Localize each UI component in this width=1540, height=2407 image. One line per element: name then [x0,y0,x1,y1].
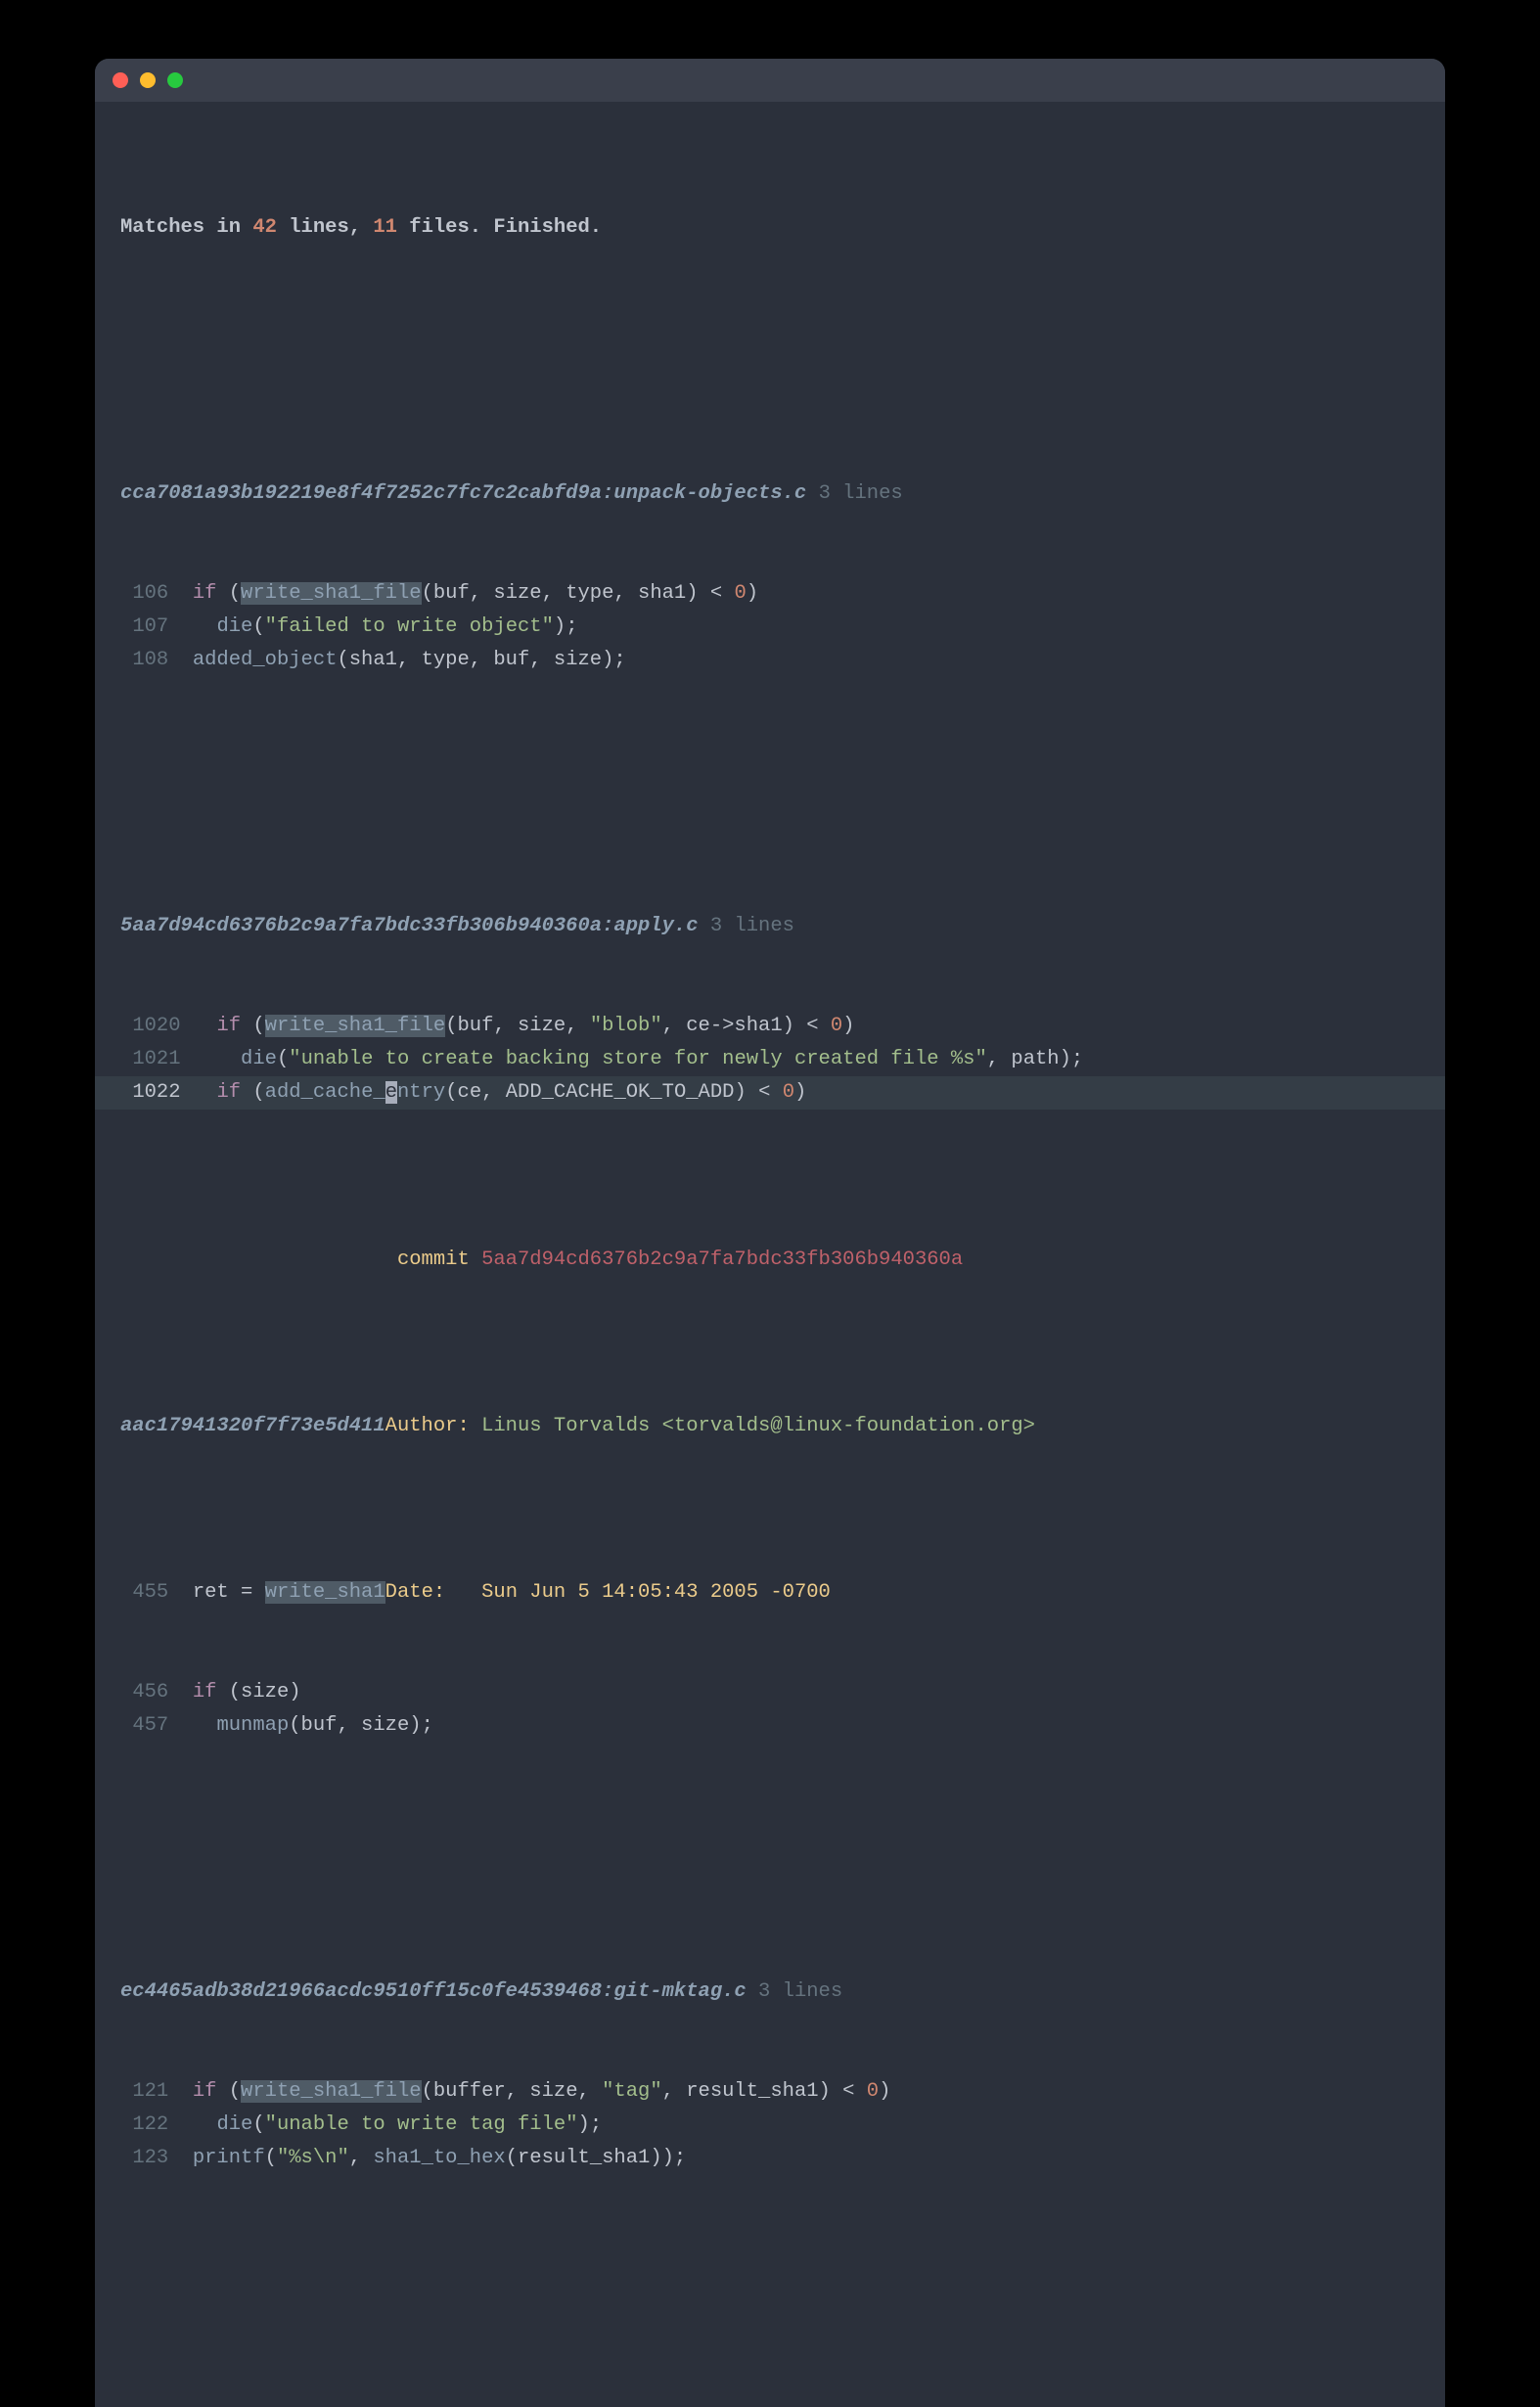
result-header[interactable]: 5aa7d94cd6376b2c9a7fa7bdc33fb306b940360a… [95,910,1445,943]
line-number: 121 [132,2080,168,2103]
code-row[interactable]: 1020 if (write_sha1_file(buf, size, "blo… [95,1010,1445,1043]
line-number: 106 [132,582,168,605]
line-number: 108 [132,649,168,671]
code-row[interactable]: 106 if (write_sha1_file(buf, size, type,… [95,577,1445,611]
line-number: 1021 [132,1048,180,1070]
code-row[interactable]: 122 die("unable to write tag file"); [95,2109,1445,2142]
result-header[interactable]: ec4465adb38d21966acdc9510ff15c0fe4539468… [95,1976,1445,2009]
commit-popup-line: 1022 if (add_cache_commit 5aa7d94cd6376b… [95,1244,1445,1277]
code-row[interactable]: 456 if (size) [95,1676,1445,1709]
code-row[interactable]: 107 die("failed to write object"); [95,611,1445,644]
code-row[interactable]: 108 added_object(sha1, type, buf, size); [95,644,1445,677]
code-row[interactable]: 1022 if (add_cache_entry(ce, ADD_CACHE_O… [95,1076,1445,1110]
line-number: 107 [132,615,168,638]
line-number: 456 [132,1681,168,1703]
summary-line: Matches in 42 lines, 11 files. Finished. [95,211,1445,245]
code-row[interactable]: 121 if (write_sha1_file(buffer, size, "t… [95,2075,1445,2109]
titlebar [95,59,1445,102]
line-number: 123 [132,2147,168,2169]
line-number: 1020 [132,1015,180,1037]
line-number: 122 [132,2113,168,2136]
result-header[interactable]: cca7081a93b192219e8f4f7252c7fc7c2cabfd9a… [95,477,1445,511]
minimize-icon[interactable] [140,72,156,88]
close-icon[interactable] [113,72,128,88]
maximize-icon[interactable] [167,72,183,88]
result-header-merged[interactable]: aac17941320f7f73e5d411Author: Linus Torv… [95,1410,1445,1443]
terminal-window: Matches in 42 lines, 11 files. Finished.… [95,59,1445,2407]
code-row[interactable]: 457 munmap(buf, size); [95,1709,1445,1743]
code-row[interactable]: 123 printf("%s\n", sha1_to_hex(result_sh… [95,2142,1445,2175]
line-number: 457 [132,1714,168,1737]
line-number: 1022 [132,1081,180,1104]
code-row[interactable]: 1021 die("unable to create backing store… [95,1043,1445,1076]
code-row[interactable]: 455 ret = write_sha1Date: Sun Jun 5 14:0… [95,1576,1445,1610]
editor-content[interactable]: Matches in 42 lines, 11 files. Finished.… [95,102,1445,2407]
